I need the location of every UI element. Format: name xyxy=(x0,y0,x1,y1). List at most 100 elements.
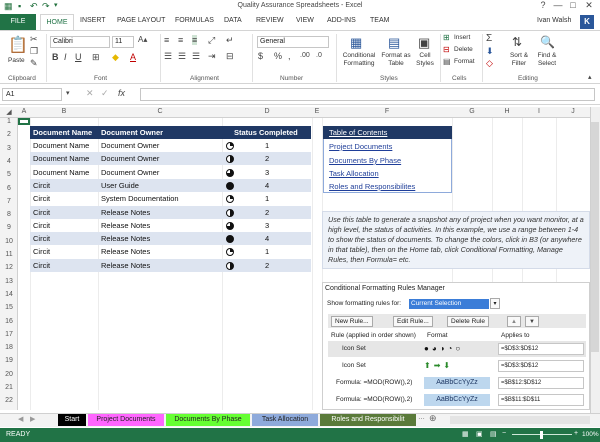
indent-icon[interactable]: ⇥ xyxy=(208,51,216,62)
sort-filter-button[interactable]: Sort & Filter xyxy=(506,52,532,68)
font-name-select[interactable]: Calibri xyxy=(50,36,110,48)
borders-icon[interactable]: ⊞ xyxy=(92,52,100,63)
insert-cells-button[interactable]: Insert xyxy=(454,34,470,41)
tab-add-ins[interactable]: ADD-INS xyxy=(327,17,356,24)
percent-icon[interactable]: % xyxy=(274,51,282,61)
cell-document-owner[interactable]: System Documentation xyxy=(101,194,179,203)
conditional-formatting-icon[interactable]: ▦ xyxy=(350,35,362,51)
col-header-e[interactable]: E xyxy=(312,108,322,115)
comma-icon[interactable]: , xyxy=(288,51,291,61)
tab-team[interactable]: TEAM xyxy=(370,17,389,24)
cell-status[interactable]: 1 xyxy=(265,141,269,150)
cf-rule-row[interactable]: Formula: =MOD(ROW(),2) AaBbCcYyZz =$B$12:$… xyxy=(328,375,586,391)
normal-view-icon[interactable]: ▦ xyxy=(462,430,469,438)
cell-document-name[interactable]: Circit xyxy=(33,247,50,256)
collapse-ribbon-icon[interactable]: ▴ xyxy=(588,73,592,81)
maximize-icon[interactable]: □ xyxy=(566,0,580,12)
cell-status[interactable]: 2 xyxy=(265,261,269,270)
align-right-icon[interactable]: ☰ xyxy=(192,51,200,62)
cf-rule-applies-to[interactable]: =$D$3:$D$12 xyxy=(498,360,584,372)
vertical-scroll-thumb[interactable] xyxy=(591,122,599,352)
cancel-entry-icon[interactable]: ✕ xyxy=(86,88,94,99)
cell-status[interactable]: 3 xyxy=(265,168,269,177)
zoom-level[interactable]: 100% xyxy=(582,431,599,438)
col-header-g[interactable]: G xyxy=(452,108,492,115)
row-header[interactable]: 8 xyxy=(0,211,18,218)
page-layout-view-icon[interactable]: ▣ xyxy=(476,430,483,438)
col-header-i[interactable]: I xyxy=(522,108,556,115)
paste-icon[interactable]: 📋 xyxy=(8,35,28,55)
font-color-icon[interactable]: A xyxy=(130,52,136,62)
move-up-icon[interactable]: ▲ xyxy=(507,316,521,327)
find-select-button[interactable]: Find & Select xyxy=(532,52,562,68)
cell-document-name[interactable]: Circit xyxy=(33,181,50,190)
delete-rule-button[interactable]: Delete Rule xyxy=(447,316,489,327)
delete-cells-icon[interactable]: ⊟ xyxy=(443,45,450,54)
col-header-h[interactable]: H xyxy=(492,108,522,115)
row-header[interactable]: 4 xyxy=(0,158,18,165)
col-header-c[interactable]: C xyxy=(98,108,222,115)
align-bottom-icon[interactable]: ≡ xyxy=(192,35,198,45)
format-cells-button[interactable]: Format xyxy=(454,58,475,65)
active-cell-a1[interactable] xyxy=(18,118,30,125)
cf-rule-applies-to[interactable]: =$B$12:$D$12 xyxy=(498,377,584,389)
cell-status[interactable]: 4 xyxy=(265,181,269,190)
insert-cells-icon[interactable]: ⊞ xyxy=(443,33,450,42)
header-document-name[interactable]: Document Name xyxy=(33,128,92,137)
row-header[interactable]: 12 xyxy=(0,264,18,271)
toc-link-task-allocation[interactable]: Task Allocation xyxy=(329,169,379,178)
sheet-tab[interactable]: Documents By Phase xyxy=(166,414,250,426)
tab-home[interactable]: HOME xyxy=(40,14,74,31)
minimize-icon[interactable]: — xyxy=(551,0,565,12)
help-icon[interactable]: ? xyxy=(536,0,550,12)
row-header[interactable]: 15 xyxy=(0,304,18,311)
tab-data[interactable]: DATA xyxy=(224,17,242,24)
font-size-select[interactable]: 11 xyxy=(112,36,134,48)
number-format-select[interactable]: General xyxy=(257,36,329,48)
format-cells-icon[interactable]: ▤ xyxy=(443,57,451,66)
italic-icon[interactable]: I xyxy=(64,52,67,62)
cell-document-owner[interactable]: Document Owner xyxy=(101,141,159,150)
scroll-tabs-right-icon[interactable]: ▶ xyxy=(30,415,35,423)
row-header[interactable]: 18 xyxy=(0,344,18,351)
cell-styles-icon[interactable]: ▣ xyxy=(418,35,430,51)
zoom-in-icon[interactable]: + xyxy=(574,430,578,437)
cell-document-name[interactable]: Circit xyxy=(33,194,50,203)
row-header[interactable]: 2 xyxy=(0,131,18,138)
currency-icon[interactable]: $ xyxy=(258,51,263,61)
cell-document-owner[interactable]: Release Notes xyxy=(101,234,150,243)
cf-rule-row[interactable]: Icon Set ⬆➡⬇ =$D$3:$D$12 xyxy=(328,358,586,374)
cf-rule-row[interactable]: Formula: =MOD(ROW(),2) AaBbCcYyZz =$B$11:$… xyxy=(328,392,586,408)
user-name[interactable]: Ivan Walsh xyxy=(537,17,571,24)
cf-rule-row[interactable]: Icon Set ●◕◑◔○ =$D$3:$D$12 xyxy=(328,341,586,357)
cell-document-name[interactable]: Document Name xyxy=(33,154,89,163)
tab-view[interactable]: VIEW xyxy=(296,17,314,24)
format-as-table-button[interactable]: Format as Table xyxy=(379,52,413,68)
close-icon[interactable]: ✕ xyxy=(582,0,596,12)
tab-insert[interactable]: INSERT xyxy=(80,17,106,24)
cell-document-name[interactable]: Circit xyxy=(33,208,50,217)
fill-icon[interactable]: ⬇ xyxy=(486,46,494,57)
toc-link-roles-responsibilities[interactable]: Roles and Responsibilites xyxy=(329,182,415,191)
cf-rule-applies-to[interactable]: =$B$11:$D$11 xyxy=(498,394,584,406)
header-status-completed[interactable]: Status Completed xyxy=(234,128,298,137)
sheet-tab[interactable]: Project Documents xyxy=(88,414,164,426)
sheet-tab[interactable]: Roles and Responsibilit xyxy=(320,414,416,426)
cell-status[interactable]: 2 xyxy=(265,154,269,163)
row-header[interactable]: 10 xyxy=(0,238,18,245)
cell-document-name[interactable]: Circit xyxy=(33,261,50,270)
row-header[interactable]: 22 xyxy=(0,397,18,404)
cell-status[interactable]: 4 xyxy=(265,234,269,243)
row-header[interactable]: 9 xyxy=(0,224,18,231)
cell-document-name[interactable]: Document Name xyxy=(33,141,89,150)
more-tabs-icon[interactable]: … xyxy=(418,414,425,421)
align-left-icon[interactable]: ☰ xyxy=(164,51,172,62)
cell-document-owner[interactable]: Release Notes xyxy=(101,221,150,230)
cell-document-name[interactable]: Circit xyxy=(33,234,50,243)
cell-document-owner[interactable]: Release Notes xyxy=(101,247,150,256)
move-down-icon[interactable]: ▼ xyxy=(525,316,539,327)
cell-document-owner[interactable]: Release Notes xyxy=(101,208,150,217)
show-rules-select[interactable]: Current Selection xyxy=(409,299,489,309)
name-box[interactable]: A1 xyxy=(2,88,62,101)
orientation-icon[interactable]: ⤢ xyxy=(208,35,215,46)
